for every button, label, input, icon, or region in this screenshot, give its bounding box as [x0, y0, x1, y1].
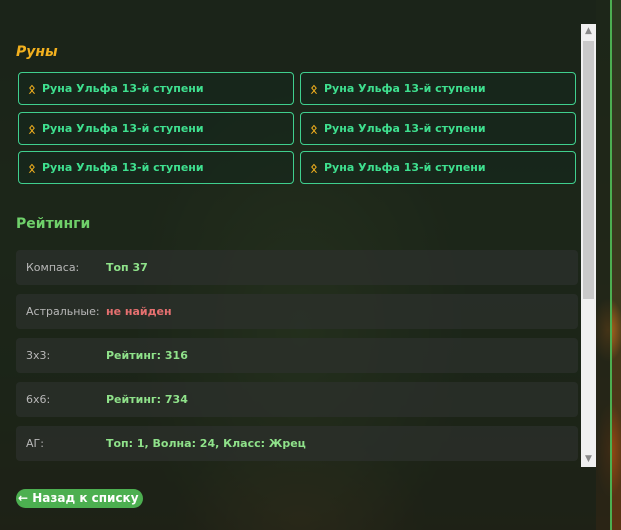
rune-item[interactable]: ᛟ Руна Ульфа 13-й ступени — [18, 72, 294, 105]
rune-icon: ᛟ — [310, 160, 318, 175]
rune-icon: ᛟ — [310, 81, 318, 96]
rating-row-3x3: 3x3: Рейтинг: 316 — [16, 338, 578, 373]
rating-label: Компаса: — [26, 261, 80, 274]
rating-row-6x6: 6x6: Рейтинг: 734 — [16, 382, 578, 417]
rune-icon: ᛟ — [310, 121, 318, 136]
rune-item[interactable]: ᛟ Руна Ульфа 13-й ступени — [300, 151, 576, 184]
rune-label: Руна Ульфа 13-й ступени — [324, 82, 486, 95]
scroll-up-icon[interactable]: ▲ — [581, 24, 596, 39]
rune-item[interactable]: ᛟ Руна Ульфа 13-й ступени — [18, 151, 294, 184]
rating-label: 6x6: — [26, 393, 51, 406]
rune-label: Руна Ульфа 13-й ступени — [42, 122, 204, 135]
rune-label: Руна Ульфа 13-й ступени — [42, 82, 204, 95]
rune-label: Руна Ульфа 13-й ступени — [324, 122, 486, 135]
rune-label: Руна Ульфа 13-й ступени — [42, 161, 204, 174]
rune-item[interactable]: ᛟ Руна Ульфа 13-й ступени — [300, 72, 576, 105]
rating-value: Рейтинг: 734 — [106, 393, 188, 406]
rating-label: АГ: — [26, 437, 44, 450]
rating-value: Топ: 1, Волна: 24, Класс: Жрец — [106, 437, 306, 450]
rune-icon: ᛟ — [28, 160, 36, 175]
ratings-section-title: Рейтинги — [16, 216, 91, 232]
scroll-thumb[interactable] — [583, 41, 594, 299]
rune-item[interactable]: ᛟ Руна Ульфа 13-й ступени — [300, 112, 576, 145]
rating-value-not-found: не найден — [106, 305, 172, 318]
rune-icon: ᛟ — [28, 121, 36, 136]
rating-value: Рейтинг: 316 — [106, 349, 188, 362]
vertical-scrollbar[interactable]: ▲ ▼ — [581, 24, 596, 467]
rating-value: Топ 37 — [106, 261, 148, 274]
scroll-down-icon[interactable]: ▼ — [581, 452, 596, 467]
runes-section-title: Руны — [16, 44, 58, 60]
rune-icon: ᛟ — [28, 81, 36, 96]
back-to-list-button[interactable]: ← Назад к списку — [16, 489, 143, 508]
rating-row-astral: Астральные: не найден — [16, 294, 578, 329]
rating-row-compass: Компаса: Топ 37 — [16, 250, 578, 285]
character-details-panel: Руны ᛟ Руна Ульфа 13-й ступени ᛟ Руна Ул… — [0, 0, 612, 530]
rating-label: 3x3: — [26, 349, 51, 362]
rune-label: Руна Ульфа 13-й ступени — [324, 161, 486, 174]
rating-label: Астральные: — [26, 305, 100, 318]
rating-row-ag: АГ: Топ: 1, Волна: 24, Класс: Жрец — [16, 426, 578, 461]
rune-item[interactable]: ᛟ Руна Ульфа 13-й ступени — [18, 112, 294, 145]
